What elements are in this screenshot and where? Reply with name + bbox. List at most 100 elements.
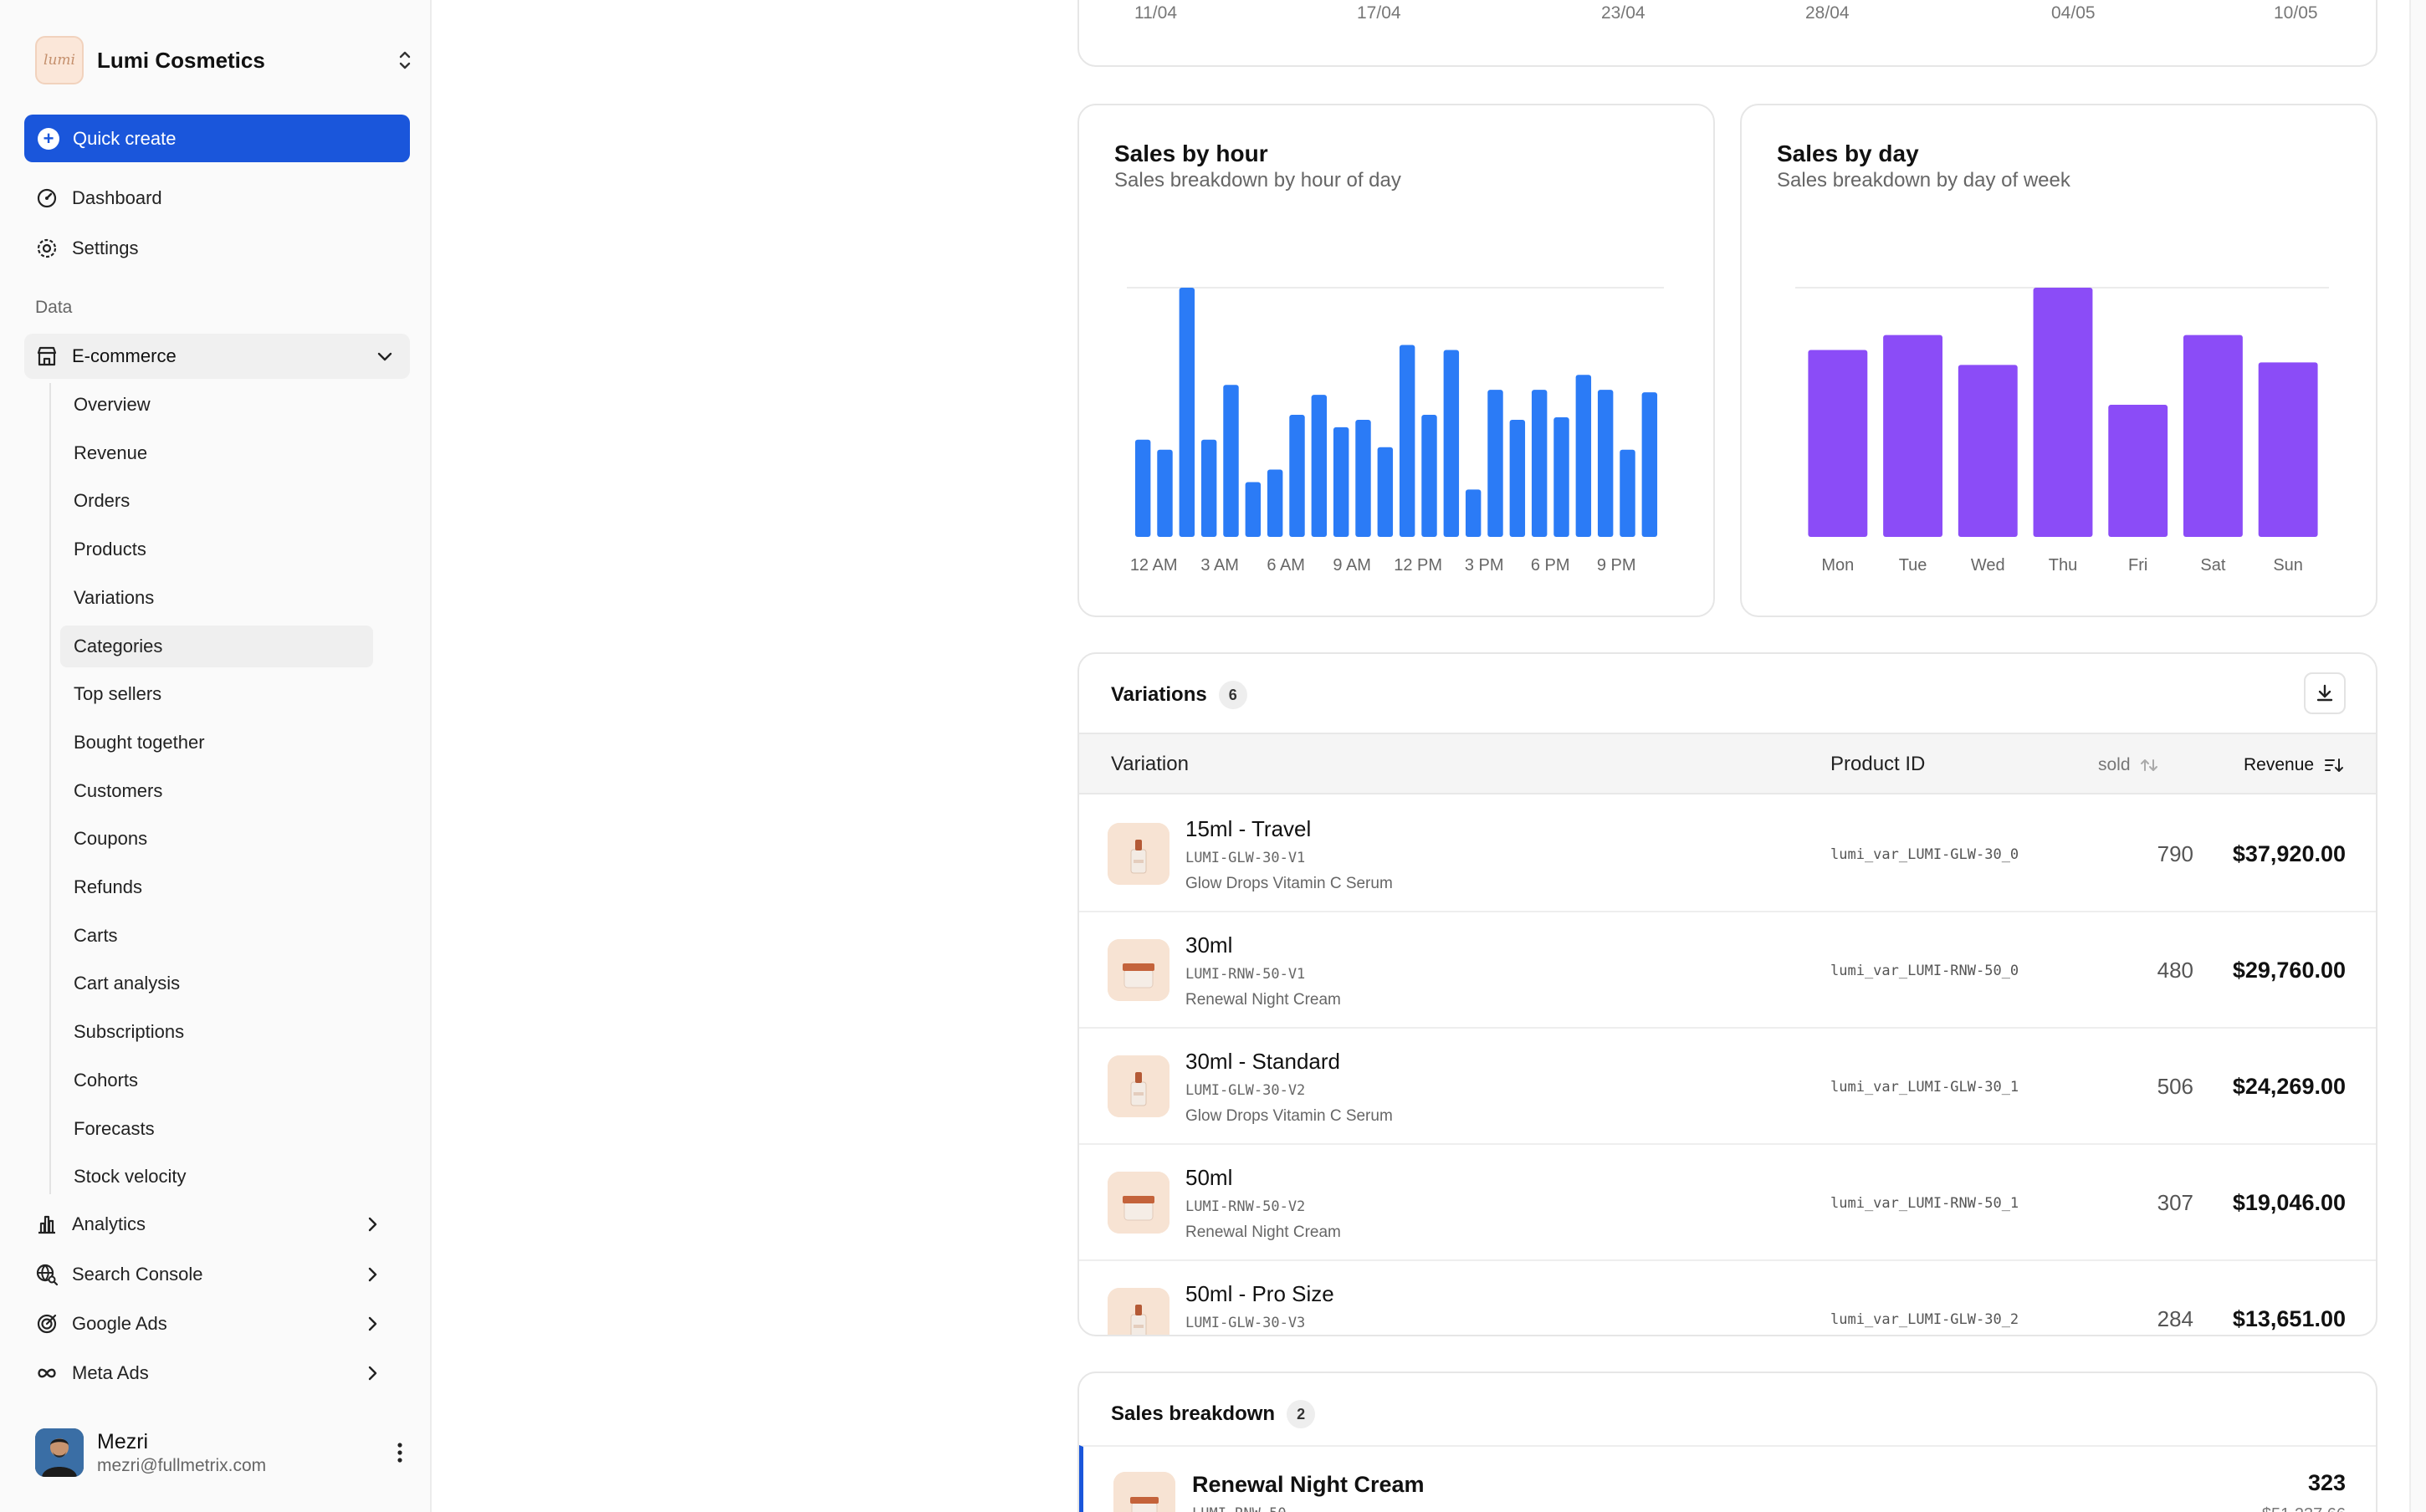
sort-arrows-icon: [2141, 759, 2158, 772]
column-sold[interactable]: sold: [2098, 755, 2158, 775]
x-tick-label: Thu: [2049, 556, 2077, 575]
product-name: Renewal Night Cream: [1185, 1223, 1341, 1241]
bar-12-am[interactable]: [1134, 439, 1151, 537]
bar-3-pm[interactable]: [1465, 489, 1482, 537]
bar-fri[interactable]: [2108, 405, 2168, 537]
bar-10-am[interactable]: [1355, 419, 1371, 537]
bar-tue[interactable]: [1883, 335, 1943, 537]
table-row[interactable]: 50ml LUMI-RNW-50-V2 Renewal Night Cream lum…: [1079, 1145, 2376, 1261]
bar-11-pm[interactable]: [1641, 392, 1658, 537]
workspace-switcher[interactable]: lumi Lumi Cosmetics: [35, 35, 413, 85]
bar-2-am[interactable]: [1179, 288, 1195, 537]
units-sold: 323: [2307, 1470, 2346, 1495]
variations-header: Variations 6: [1111, 681, 1247, 709]
bar-4-pm[interactable]: [1487, 390, 1503, 537]
sidebar-item-label: Search Console: [72, 1264, 203, 1285]
sidebar-item-analytics[interactable]: Analytics: [35, 1208, 403, 1241]
bar-9-pm[interactable]: [1597, 390, 1614, 537]
sidebar-item-ecommerce[interactable]: E-commerce: [24, 334, 410, 379]
quick-create-label: Quick create: [73, 127, 177, 149]
bar-12-pm[interactable]: [1399, 345, 1415, 537]
bar-4-am[interactable]: [1223, 385, 1239, 537]
sidebar-subitem-stock-velocity[interactable]: Stock velocity: [60, 1156, 373, 1198]
date-tick-label: 23/04: [1601, 3, 1645, 23]
x-tick-label: 9 AM: [1333, 556, 1371, 575]
sidebar-subitem-coupons[interactable]: Coupons: [60, 818, 373, 860]
bar-7-pm[interactable]: [1553, 416, 1569, 537]
sidebar-subitem-revenue[interactable]: Revenue: [60, 432, 373, 474]
avatar: [35, 1428, 84, 1477]
quick-create-button[interactable]: + Quick create: [24, 115, 410, 162]
bar-9-am[interactable]: [1333, 427, 1349, 537]
bar-1-pm[interactable]: [1421, 414, 1437, 537]
sidebar-item-dashboard[interactable]: Dashboard: [35, 181, 403, 215]
bar-sun[interactable]: [2258, 362, 2318, 537]
store-icon: [37, 346, 57, 366]
sidebar-item-settings[interactable]: Settings: [35, 232, 403, 265]
table-header: Variation Product ID sold Revenue: [1079, 733, 2376, 794]
user-email: mezri@fullmetrix.com: [97, 1455, 267, 1475]
download-button[interactable]: [2304, 672, 2346, 714]
bar-1-am[interactable]: [1157, 449, 1173, 537]
sidebar-item-label: Analytics: [72, 1213, 146, 1234]
sidebar-subitem-top-sellers[interactable]: Top sellers: [60, 673, 373, 715]
more-vertical-icon[interactable]: [397, 1440, 403, 1465]
bar-sat[interactable]: [2183, 335, 2243, 537]
product-thumbnail: [1108, 823, 1169, 885]
sidebar-item-meta-ads[interactable]: Meta Ads: [35, 1356, 403, 1390]
submenu-guide-line: [49, 383, 51, 1194]
variation-sku: LUMI-GLW-30-V2: [1185, 1082, 1306, 1099]
units-sold: 284: [2157, 1306, 2193, 1331]
bar-11-am[interactable]: [1377, 447, 1394, 537]
table-row[interactable]: 50ml - Pro Size LUMI-GLW-30-V3 lumi_var_LU…: [1079, 1261, 2376, 1335]
table-row[interactable]: 30ml - Standard LUMI-GLW-30-V2 Glow Drops …: [1079, 1029, 2376, 1145]
sidebar-subitem-subscriptions[interactable]: Subscriptions: [60, 1011, 373, 1053]
page-scrollbar[interactable]: [2409, 0, 2426, 1512]
sales-by-day-card: Sales by day Sales breakdown by day of w…: [1740, 104, 2377, 617]
product-thumbnail: [1108, 1288, 1169, 1335]
bar-6-am[interactable]: [1267, 469, 1283, 537]
sidebar-subitem-carts[interactable]: Carts: [60, 915, 373, 957]
product-name: Renewal Night Cream: [1185, 991, 1341, 1009]
bar-5-pm[interactable]: [1509, 419, 1526, 537]
column-revenue[interactable]: Revenue: [2244, 755, 2344, 775]
sidebar-subitem-cohorts[interactable]: Cohorts: [60, 1060, 373, 1101]
bar-wed[interactable]: [1958, 365, 2018, 537]
variation-name: 50ml - Pro Size: [1185, 1281, 1334, 1306]
bar-5-am[interactable]: [1245, 482, 1262, 537]
x-tick-label: Sat: [2200, 556, 2225, 575]
table-row[interactable]: 30ml LUMI-RNW-50-V1 Renewal Night Cream lum…: [1079, 912, 2376, 1029]
bar-8-am[interactable]: [1311, 395, 1328, 537]
sidebar-item-search-console[interactable]: Search Console: [35, 1258, 403, 1291]
column-product-id[interactable]: Product ID: [1830, 753, 1925, 776]
sidebar-item-google-ads[interactable]: Google Ads: [35, 1307, 403, 1341]
bar-8-pm[interactable]: [1575, 375, 1592, 537]
sidebar-subitem-overview[interactable]: Overview: [60, 384, 373, 426]
table-row[interactable]: 15ml - Travel LUMI-GLW-30-V1 Glow Drops Vi…: [1079, 796, 2376, 912]
bar-thu[interactable]: [2033, 288, 2093, 537]
sidebar-subitem-cart-analysis[interactable]: Cart analysis: [60, 963, 373, 1004]
sales-by-hour-chart: 12 AM 3 AM 6 AM 9 AM 12 PM 3 PM 6 PM 9 PM: [1127, 287, 1664, 575]
bar-2-pm[interactable]: [1443, 350, 1460, 538]
sidebar-subitem-bought-together[interactable]: Bought together: [60, 722, 373, 764]
section-label-data: Data: [35, 298, 73, 317]
bar-10-pm[interactable]: [1620, 449, 1635, 537]
sidebar-subitem-products[interactable]: Products: [60, 529, 373, 570]
sidebar-subitem-categories[interactable]: Categories: [60, 625, 373, 667]
sidebar-subitem-forecasts[interactable]: Forecasts: [60, 1108, 373, 1150]
column-variation[interactable]: Variation: [1111, 753, 1189, 776]
product-id: lumi_var_LUMI-GLW-30_1: [1830, 1079, 2019, 1096]
bar-7-am[interactable]: [1289, 414, 1305, 537]
sidebar-subitem-customers[interactable]: Customers: [60, 770, 373, 812]
bar-mon[interactable]: [1808, 350, 1868, 538]
product-id: lumi_var_LUMI-RNW-50_0: [1830, 963, 2019, 979]
x-tick-label: Sun: [2273, 556, 2303, 575]
sidebar-subitem-refunds[interactable]: Refunds: [60, 866, 373, 908]
table-row[interactable]: Renewal Night Cream LUMI-RNW-50 323 $51,…: [1079, 1445, 2376, 1512]
bar-6-pm[interactable]: [1531, 390, 1548, 537]
sidebar-subitem-variations[interactable]: Variations: [60, 577, 373, 619]
sidebar-subitem-orders[interactable]: Orders: [60, 480, 373, 522]
user-menu[interactable]: Mezri mezri@fullmetrix.com: [35, 1428, 403, 1478]
x-tick-label: 6 PM: [1531, 556, 1570, 575]
bar-3-am[interactable]: [1200, 439, 1217, 537]
